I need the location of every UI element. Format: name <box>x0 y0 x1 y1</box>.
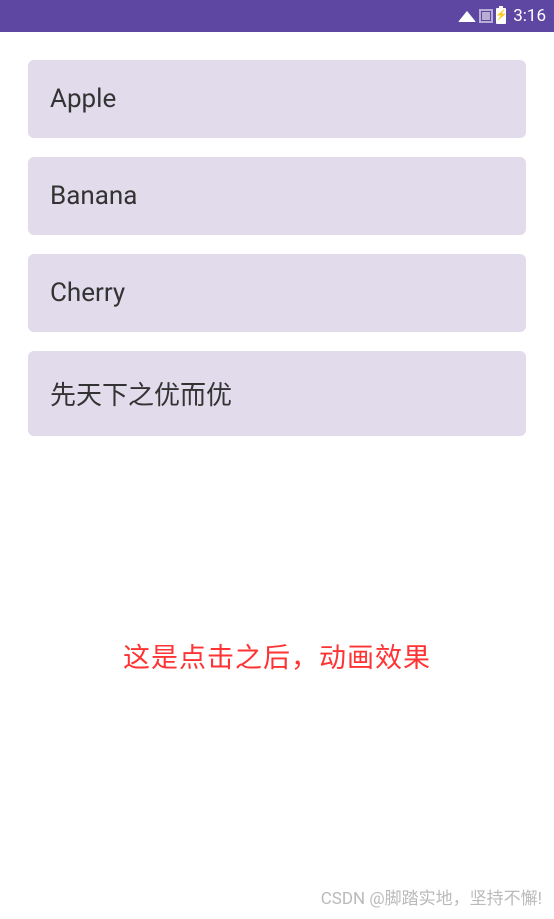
list-item[interactable]: Banana <box>28 157 526 235</box>
list-item-label: Banana <box>50 181 137 211</box>
status-icons: ⚡ 3:16 <box>458 6 546 26</box>
list-item-label: Apple <box>50 84 116 114</box>
main-content: Apple Banana Cherry 先天下之优而优 这是点击之后，动画效果 <box>0 32 554 675</box>
list-item-label: Cherry <box>50 278 125 308</box>
signal-icon <box>479 9 493 23</box>
battery-icon: ⚡ <box>496 8 506 24</box>
battery-charging-icon: ⚡ <box>495 11 507 21</box>
watermark: CSDN @脚踏实地，坚持不懈! <box>321 884 542 909</box>
caption-text: 这是点击之后，动画效果 <box>28 636 526 675</box>
list-item[interactable]: Cherry <box>28 254 526 332</box>
status-bar: ⚡ 3:16 <box>0 0 554 32</box>
list-item-label: 先天下之优而优 <box>50 381 232 411</box>
list-item[interactable]: 先天下之优而优 <box>28 351 526 436</box>
wifi-icon <box>458 10 476 21</box>
status-time: 3:16 <box>513 6 546 26</box>
list-item[interactable]: Apple <box>28 60 526 138</box>
